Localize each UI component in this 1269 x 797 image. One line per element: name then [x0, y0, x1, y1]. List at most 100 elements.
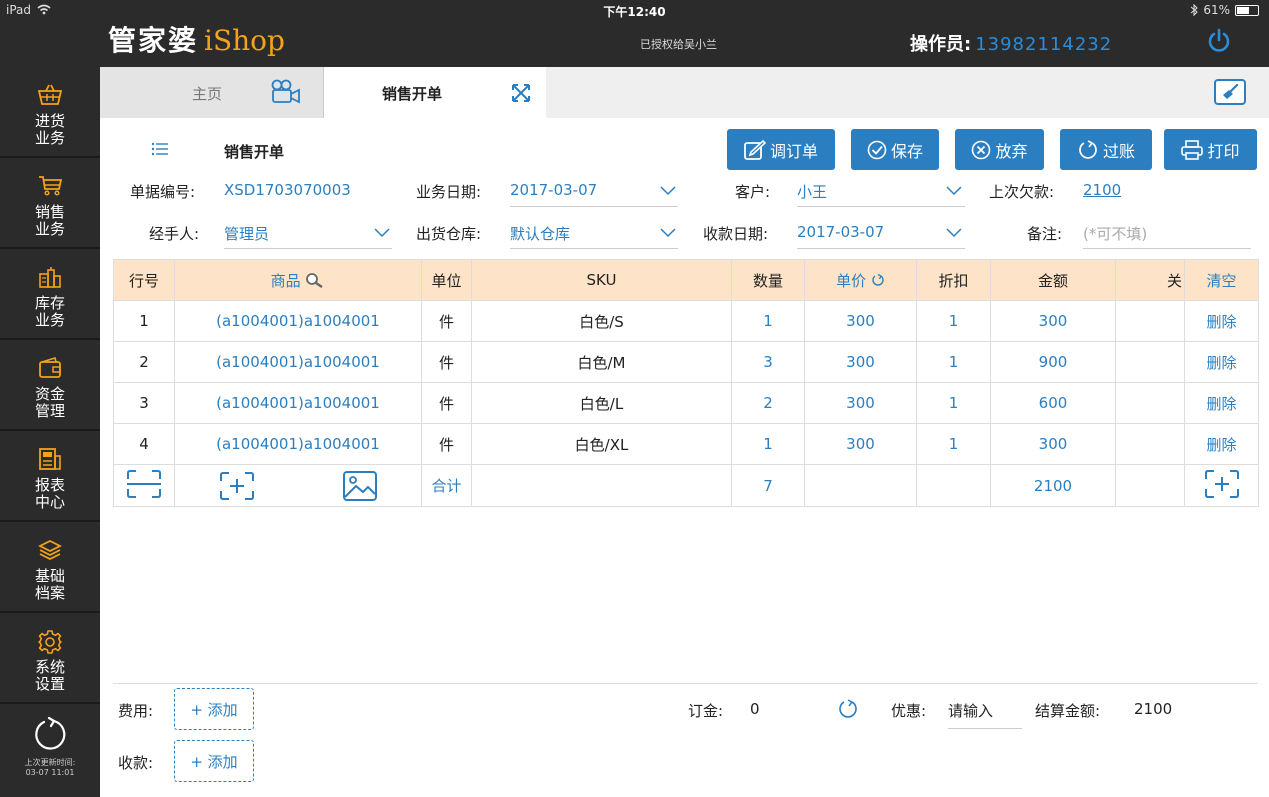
operator-info: 操作员: 13982114232 [910, 30, 1112, 56]
page-title: 销售开单 [224, 143, 285, 161]
sidebar-item-settings[interactable]: 系统 设置 [0, 613, 100, 704]
table-row[interactable]: 1 (a1004001)a1004001 件 白色/S 1 300 1 300 … [113, 300, 1259, 342]
col-price[interactable]: 单价 [804, 259, 917, 301]
sidebar-item-purchase[interactable]: 进货 业务 [0, 67, 100, 158]
clear-all-button[interactable]: 清空 [1184, 259, 1259, 301]
refresh-icon[interactable] [32, 717, 68, 753]
reset-icon[interactable] [871, 273, 885, 287]
save-button[interactable]: 保存 [851, 129, 939, 170]
sku-cell: 白色/S [471, 300, 732, 342]
handler-select[interactable]: 管理员 [224, 223, 269, 244]
remark-input[interactable]: (*可不填) [1083, 223, 1147, 244]
chevron-down-icon[interactable] [660, 184, 676, 196]
scan-cell [113, 464, 175, 507]
last-debt-link[interactable]: 2100 [1083, 181, 1121, 199]
summary-label: 合计 [421, 464, 472, 507]
sidebar-item-inventory[interactable]: 库存 业务 [0, 249, 100, 340]
sidebar-item-sales[interactable]: 销售 业务 [0, 158, 100, 249]
video-camera-icon[interactable] [270, 79, 302, 105]
row-no: 1 [113, 300, 175, 342]
add-fee-button[interactable]: + 添加 [174, 688, 254, 730]
pay-date-label: 收款日期: [703, 225, 769, 243]
image-icon[interactable] [342, 470, 378, 502]
discount-cell[interactable]: 1 [916, 300, 991, 342]
product-link[interactable]: (a1004001)a1004001 [174, 382, 422, 424]
price-cell[interactable]: 300 [804, 341, 917, 383]
delete-row-button[interactable]: 删除 [1184, 382, 1259, 424]
footer-divider [113, 683, 1258, 684]
price-cell[interactable]: 300 [804, 300, 917, 342]
list-menu-icon[interactable] [151, 141, 169, 157]
chevron-down-icon[interactable] [660, 226, 676, 238]
printer-icon [1181, 139, 1204, 160]
sidebar-item-reports[interactable]: 报表 中心 [0, 431, 100, 522]
pay-date-picker[interactable]: 2017-03-07 [797, 223, 884, 241]
col-product[interactable]: 商品 [174, 259, 422, 301]
discount-cell[interactable]: 1 [916, 341, 991, 383]
refresh-circle-icon [1079, 139, 1097, 159]
discount-cell[interactable]: 1 [916, 382, 991, 424]
table-row[interactable]: 3 (a1004001)a1004001 件 白色/L 2 300 1 600 … [113, 382, 1259, 424]
summary-extra [1115, 464, 1185, 507]
print-button[interactable]: 打印 [1164, 129, 1257, 170]
close-icon[interactable] [510, 82, 532, 104]
col-discount: 折扣 [916, 259, 991, 301]
delete-row-button[interactable]: 删除 [1184, 300, 1259, 342]
biz-date-picker[interactable]: 2017-03-07 [510, 181, 597, 199]
amount-cell[interactable]: 300 [990, 423, 1116, 465]
unit-cell: 件 [421, 382, 472, 424]
table-row[interactable]: 2 (a1004001)a1004001 件 白色/M 3 300 1 900 … [113, 341, 1259, 383]
summary-row: 合计 7 2100 [113, 464, 1259, 507]
clear-cache-button[interactable] [1214, 79, 1246, 105]
qty-cell[interactable]: 1 [731, 300, 805, 342]
chevron-down-icon[interactable] [374, 226, 390, 238]
row-no: 2 [113, 341, 175, 383]
row-no: 3 [113, 382, 175, 424]
search-icon[interactable] [305, 272, 325, 288]
discount-cell[interactable]: 1 [916, 423, 991, 465]
customer-select[interactable]: 小王 [797, 181, 827, 202]
sidebar-item-funds[interactable]: 资金 管理 [0, 340, 100, 431]
product-link[interactable]: (a1004001)a1004001 [174, 423, 422, 465]
amount-cell[interactable]: 300 [990, 300, 1116, 342]
tab-sales-order[interactable]: 销售开单 [324, 67, 546, 118]
post-button[interactable]: 过账 [1060, 129, 1152, 170]
chevron-down-icon[interactable] [946, 184, 962, 196]
add-row-cell [1184, 464, 1259, 507]
amount-cell[interactable]: 600 [990, 382, 1116, 424]
unit-cell: 件 [421, 341, 472, 383]
delete-row-button[interactable]: 删除 [1184, 423, 1259, 465]
qty-cell[interactable]: 2 [731, 382, 805, 424]
adjust-order-button[interactable]: 调订单 [727, 129, 835, 170]
add-receipt-button[interactable]: + 添加 [174, 740, 254, 782]
sync-area[interactable]: 上次更新时间: 03-07 11:01 [0, 703, 100, 797]
tab-home[interactable]: 主页 [100, 67, 324, 118]
warehouse-underline [510, 248, 678, 249]
amount-cell[interactable]: 900 [990, 341, 1116, 383]
qty-cell[interactable]: 1 [731, 423, 805, 465]
product-link[interactable]: (a1004001)a1004001 [174, 300, 422, 342]
add-product-icon[interactable] [219, 471, 255, 501]
discard-button[interactable]: 放弃 [955, 129, 1044, 170]
product-link[interactable]: (a1004001)a1004001 [174, 341, 422, 383]
power-icon[interactable] [1206, 28, 1232, 54]
discount-input[interactable]: 请输入 [948, 700, 993, 721]
price-cell[interactable]: 300 [804, 382, 917, 424]
refresh-icon[interactable] [837, 699, 859, 719]
bluetooth-icon [1190, 4, 1199, 16]
extra-cell [1115, 382, 1185, 424]
authorized-text: 已授权给吴小兰 [640, 38, 717, 51]
chevron-down-icon[interactable] [946, 226, 962, 238]
table-row[interactable]: 4 (a1004001)a1004001 件 白色/XL 1 300 1 300… [113, 423, 1259, 465]
warehouse-select[interactable]: 默认仓库 [510, 223, 570, 244]
broom-icon [1223, 84, 1239, 99]
sidebar-item-basic-records[interactable]: 基础 档案 [0, 522, 100, 613]
price-cell[interactable]: 300 [804, 423, 917, 465]
qty-cell[interactable]: 3 [731, 341, 805, 383]
delete-row-button[interactable]: 删除 [1184, 341, 1259, 383]
scan-icon[interactable] [126, 469, 162, 499]
top-bar: iPad 下午12:40 61% 管家婆 iShop 已授权给吴小兰 操作员: 13… [0, 0, 1269, 67]
sku-cell: 白色/M [471, 341, 732, 383]
wifi-icon [37, 4, 51, 15]
add-row-icon[interactable] [1204, 469, 1240, 499]
